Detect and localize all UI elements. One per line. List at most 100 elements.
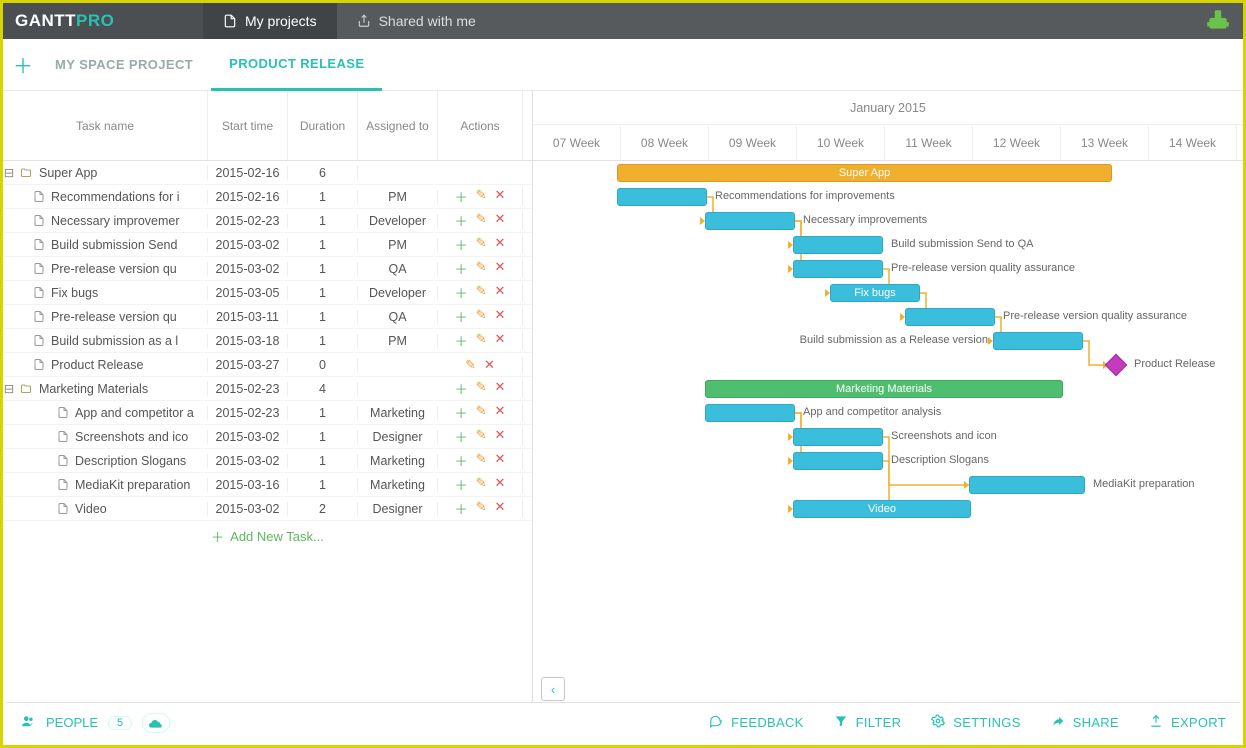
cloud-sync-button[interactable]	[142, 713, 170, 733]
add-new-task[interactable]: ＋ Add New Task...	[3, 521, 532, 551]
edit-task-button[interactable]: ✎	[476, 379, 487, 398]
gantt-bar[interactable]	[617, 188, 707, 206]
add-subtask-button[interactable]: ＋	[455, 379, 468, 398]
add-subtask-button[interactable]: ＋	[455, 235, 468, 254]
people-label[interactable]: PEOPLE	[46, 715, 98, 730]
delete-task-button[interactable]: ✕	[484, 357, 495, 373]
settings-button[interactable]: SETTINGS	[931, 714, 1020, 731]
edit-task-button[interactable]: ✎	[476, 259, 487, 278]
tab-my-space[interactable]: MY SPACE PROJECT	[37, 39, 211, 91]
edit-task-button[interactable]: ✎	[476, 403, 487, 422]
col-actions: Actions	[438, 91, 523, 160]
task-row[interactable]: Description Slogans2015-03-021Marketing＋…	[3, 449, 532, 473]
nav-my-projects-label: My projects	[245, 13, 317, 29]
add-project-button[interactable]: ＋	[9, 51, 37, 79]
chart-body[interactable]: Super AppRecommendations for improvement…	[533, 161, 1243, 521]
share-button[interactable]: SHARE	[1051, 714, 1119, 731]
gantt-bar[interactable]	[905, 308, 995, 326]
edit-task-button[interactable]: ✎	[476, 283, 487, 302]
cell-start: 2015-03-27	[208, 358, 288, 372]
task-row[interactable]: ⊟Super App2015-02-166	[3, 161, 532, 185]
add-subtask-button[interactable]: ＋	[455, 403, 468, 422]
delete-task-button[interactable]: ✕	[495, 331, 506, 350]
task-row[interactable]: MediaKit preparation2015-03-161Marketing…	[3, 473, 532, 497]
task-row[interactable]: Fix bugs2015-03-051Developer＋✎✕	[3, 281, 532, 305]
task-row[interactable]: Pre-release version qu2015-03-021QA＋✎✕	[3, 257, 532, 281]
add-subtask-button[interactable]: ＋	[455, 187, 468, 206]
edit-task-button[interactable]: ✎	[476, 427, 487, 446]
milestone-diamond[interactable]	[1105, 354, 1128, 377]
edit-task-button[interactable]: ✎	[476, 451, 487, 470]
edit-task-button[interactable]: ✎	[476, 499, 487, 518]
edit-task-button[interactable]: ✎	[476, 187, 487, 206]
delete-task-button[interactable]: ✕	[495, 187, 506, 206]
edit-task-button[interactable]: ✎	[465, 357, 476, 373]
task-row[interactable]: Product Release2015-03-270✎✕	[3, 353, 532, 377]
grid-body: ⊟Super App2015-02-166Recommendations for…	[3, 161, 532, 521]
expand-icon[interactable]: ⊟	[3, 165, 15, 180]
task-row[interactable]: Build submission Send2015-03-021PM＋✎✕	[3, 233, 532, 257]
feedback-button[interactable]: FEEDBACK	[709, 714, 803, 731]
edit-task-button[interactable]: ✎	[476, 307, 487, 326]
add-subtask-button[interactable]: ＋	[455, 307, 468, 326]
gantt-bar[interactable]: Video	[793, 500, 971, 518]
expand-icon[interactable]: ⊟	[3, 381, 15, 396]
task-row[interactable]: Necessary improvemer2015-02-231Developer…	[3, 209, 532, 233]
task-row[interactable]: Pre-release version qu2015-03-111QA＋✎✕	[3, 305, 532, 329]
delete-task-button[interactable]: ✕	[495, 283, 506, 302]
delete-task-button[interactable]: ✕	[495, 451, 506, 470]
task-row[interactable]: App and competitor a2015-02-231Marketing…	[3, 401, 532, 425]
gantt-bar[interactable]: Marketing Materials	[705, 380, 1063, 398]
delete-task-button[interactable]: ✕	[495, 259, 506, 278]
gantt-bar[interactable]: Fix bugs	[830, 284, 920, 302]
task-row[interactable]: Recommendations for i2015-02-161PM＋✎✕	[3, 185, 532, 209]
file-icon	[33, 238, 45, 251]
delete-task-button[interactable]: ✕	[495, 235, 506, 254]
delete-task-button[interactable]: ✕	[495, 403, 506, 422]
gantt-bar[interactable]	[969, 476, 1085, 494]
delete-task-button[interactable]: ✕	[495, 379, 506, 398]
export-button[interactable]: EXPORT	[1149, 714, 1226, 731]
gantt-bar[interactable]	[793, 260, 883, 278]
add-subtask-button[interactable]: ＋	[455, 475, 468, 494]
delete-task-button[interactable]: ✕	[495, 211, 506, 230]
edit-task-button[interactable]: ✎	[476, 331, 487, 350]
delete-task-button[interactable]: ✕	[495, 499, 506, 518]
delete-task-button[interactable]: ✕	[495, 307, 506, 326]
add-subtask-button[interactable]: ＋	[455, 259, 468, 278]
delete-task-button[interactable]: ✕	[495, 427, 506, 446]
tab-product-release[interactable]: PRODUCT RELEASE	[211, 39, 382, 91]
gantt-bar[interactable]	[793, 452, 883, 470]
nav-my-projects[interactable]: My projects	[203, 3, 337, 39]
add-subtask-button[interactable]: ＋	[455, 331, 468, 350]
gantt-bar[interactable]	[793, 428, 883, 446]
task-name: Screenshots and ico	[75, 430, 188, 444]
cell-actions: ＋ ✎ ✕	[438, 235, 523, 254]
add-subtask-button[interactable]: ＋	[455, 499, 468, 518]
delete-task-button[interactable]: ✕	[495, 475, 506, 494]
scroll-left-button[interactable]: ‹	[541, 677, 565, 701]
task-row[interactable]: Build submission as a l2015-03-181PM＋✎✕	[3, 329, 532, 353]
task-row[interactable]: Video2015-03-022Designer＋✎✕	[3, 497, 532, 521]
gantt-bar[interactable]	[993, 332, 1083, 350]
footer-left: PEOPLE 5	[20, 713, 170, 733]
gantt-bar[interactable]	[705, 404, 795, 422]
cell-asg: QA	[358, 310, 438, 324]
nav-shared[interactable]: Shared with me	[337, 3, 496, 39]
edit-task-button[interactable]: ✎	[476, 235, 487, 254]
gantt-bar[interactable]	[793, 236, 883, 254]
milestone-label: Product Release	[1134, 358, 1215, 370]
add-subtask-button[interactable]: ＋	[455, 211, 468, 230]
gantt-bar[interactable]	[705, 212, 795, 230]
gantt-bar[interactable]: Super App	[617, 164, 1112, 182]
task-row[interactable]: ⊟Marketing Materials2015-02-234＋✎✕	[3, 377, 532, 401]
edit-task-button[interactable]: ✎	[476, 475, 487, 494]
filter-button[interactable]: FILTER	[834, 714, 902, 731]
cell-asg: Designer	[358, 502, 438, 516]
task-row[interactable]: Screenshots and ico2015-03-021Designer＋✎…	[3, 425, 532, 449]
edit-task-button[interactable]: ✎	[476, 211, 487, 230]
add-subtask-button[interactable]: ＋	[455, 283, 468, 302]
add-subtask-button[interactable]: ＋	[455, 451, 468, 470]
app-icon[interactable]	[1205, 7, 1231, 36]
add-subtask-button[interactable]: ＋	[455, 427, 468, 446]
